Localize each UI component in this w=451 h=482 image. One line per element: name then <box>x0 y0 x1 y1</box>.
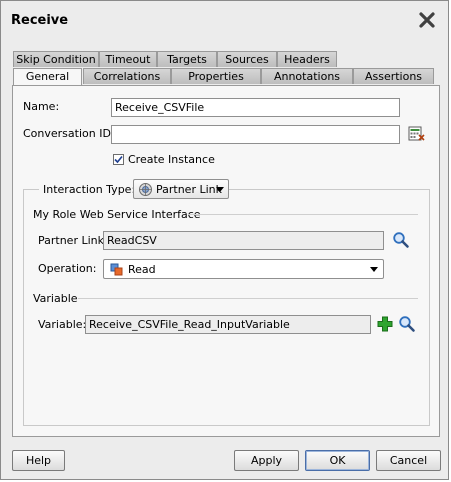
tab-timeout[interactable]: Timeout <box>99 51 157 67</box>
variable-input[interactable]: Receive_CSVFile_Read_InputVariable <box>85 315 371 334</box>
check-icon <box>114 155 123 164</box>
close-icon[interactable] <box>418 11 436 29</box>
operation-label: Operation: <box>38 262 97 275</box>
partner-link-icon <box>139 183 152 196</box>
operation-value: Read <box>128 263 156 276</box>
my-role-heading: My Role Web Service Interface <box>33 208 201 221</box>
help-button[interactable]: Help <box>12 450 65 471</box>
interaction-type-label: Interaction Type: <box>39 183 140 196</box>
receive-dialog: Receive Skip Condition Timeout Targets S… <box>0 0 449 480</box>
tab-sources[interactable]: Sources <box>217 51 277 67</box>
ok-button[interactable]: OK <box>305 450 370 471</box>
partner-link-label: Partner Link: <box>38 234 108 247</box>
name-label: Name: <box>23 100 60 113</box>
create-instance-label: Create Instance <box>128 153 215 166</box>
conversation-id-input[interactable] <box>111 125 400 144</box>
interaction-fieldset <box>23 189 430 426</box>
tab-annotations[interactable]: Annotations <box>261 68 353 84</box>
variable-heading: Variable <box>33 292 78 305</box>
apply-button[interactable]: Apply <box>234 450 299 471</box>
interaction-type-value: Partner Link <box>156 183 222 196</box>
search-icon[interactable] <box>398 315 416 333</box>
expression-builder-icon[interactable] <box>408 125 426 143</box>
tab-general[interactable]: General <box>13 68 82 86</box>
operation-icon <box>110 263 123 276</box>
partner-link-input[interactable]: ReadCSV <box>103 231 384 250</box>
search-icon[interactable] <box>392 231 410 249</box>
tab-targets[interactable]: Targets <box>157 51 217 67</box>
variable-label: Variable: <box>38 318 87 331</box>
plus-icon[interactable] <box>376 315 394 333</box>
conversation-id-label: Conversation ID: <box>23 127 115 140</box>
title-bar: Receive <box>1 1 448 41</box>
tab-correlations[interactable]: Correlations <box>83 68 171 84</box>
operation-dropdown[interactable]: Read <box>103 259 384 279</box>
dialog-title: Receive <box>11 13 69 28</box>
general-panel: Name: Receive_CSVFile Conversation ID: C… <box>12 85 440 437</box>
my-role-separator <box>188 214 418 215</box>
create-instance-checkbox[interactable] <box>113 154 124 165</box>
tab-properties[interactable]: Properties <box>171 68 261 84</box>
tab-skip-condition[interactable]: Skip Condition <box>13 51 99 67</box>
chevron-down-icon <box>370 267 378 272</box>
chevron-down-icon <box>216 187 224 192</box>
tab-headers[interactable]: Headers <box>277 51 337 67</box>
tab-assertions[interactable]: Assertions <box>353 68 434 84</box>
name-input[interactable]: Receive_CSVFile <box>111 98 400 117</box>
cancel-button[interactable]: Cancel <box>376 450 441 471</box>
variable-separator <box>78 298 418 299</box>
interaction-type-dropdown[interactable]: Partner Link <box>133 179 229 199</box>
